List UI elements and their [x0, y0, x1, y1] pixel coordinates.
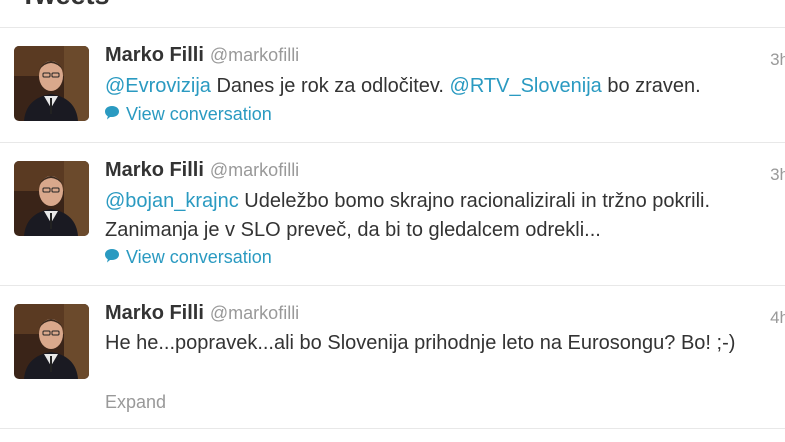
tweet-item[interactable]: Marko Filli @markofilli 4h He he...poprav…	[0, 286, 785, 429]
page-title: Tweets	[20, 0, 110, 11]
tweet-header: Marko Filli @markofilli	[105, 302, 299, 325]
tweet-text-segment: He he...popravek...ali bo Slovenija prih…	[105, 332, 736, 354]
tweet-item[interactable]: Marko Filli @markofilli 3h @bojan_krajnc …	[0, 143, 785, 286]
tweet-timestamp[interactable]: 4h	[770, 308, 785, 328]
author-handle[interactable]: @markofilli	[210, 160, 299, 180]
tweet-timestamp[interactable]: 3h	[770, 50, 785, 70]
avatar[interactable]	[14, 304, 89, 379]
tweet-timestamp[interactable]: 3h	[770, 165, 785, 185]
tweet-text: He he...popravek...ali bo Slovenija prih…	[105, 329, 773, 358]
mention-link[interactable]: @RTV_Slovenija	[450, 75, 602, 97]
view-conversation-link[interactable]: View conversation	[104, 104, 272, 125]
speech-bubble-icon	[104, 247, 120, 268]
timeline-header: Tweets	[0, 0, 785, 28]
view-conversation-link[interactable]: View conversation	[104, 247, 272, 268]
mention-link[interactable]: @Evrovizija	[105, 75, 211, 97]
mention-link[interactable]: @bojan_krajnc	[105, 190, 239, 212]
tweet-text: @Evrovizija Danes je rok za odločitev. @…	[105, 72, 773, 101]
tweet-item[interactable]: Marko Filli @markofilli 3h @Evrovizija Da…	[0, 28, 785, 143]
author-name[interactable]: Marko Filli	[105, 302, 204, 324]
tweet-text-segment: Danes je rok za odločitev.	[210, 75, 450, 97]
expand-link[interactable]: Expand	[105, 392, 166, 413]
author-name[interactable]: Marko Filli	[105, 44, 204, 66]
tweet-header: Marko Filli @markofilli	[105, 159, 299, 182]
tweet-header: Marko Filli @markofilli	[105, 44, 299, 67]
author-handle[interactable]: @markofilli	[210, 45, 299, 65]
view-conversation-label[interactable]: View conversation	[126, 247, 272, 268]
tweet-text-segment: bo zraven.	[601, 75, 701, 97]
avatar[interactable]	[14, 161, 89, 236]
tweet-text: @bojan_krajnc Udeležbo bomo skrajno raci…	[105, 187, 773, 245]
author-handle[interactable]: @markofilli	[210, 303, 299, 323]
view-conversation-label[interactable]: View conversation	[126, 104, 272, 125]
author-name[interactable]: Marko Filli	[105, 159, 204, 181]
speech-bubble-icon	[104, 104, 120, 125]
avatar[interactable]	[14, 46, 89, 121]
